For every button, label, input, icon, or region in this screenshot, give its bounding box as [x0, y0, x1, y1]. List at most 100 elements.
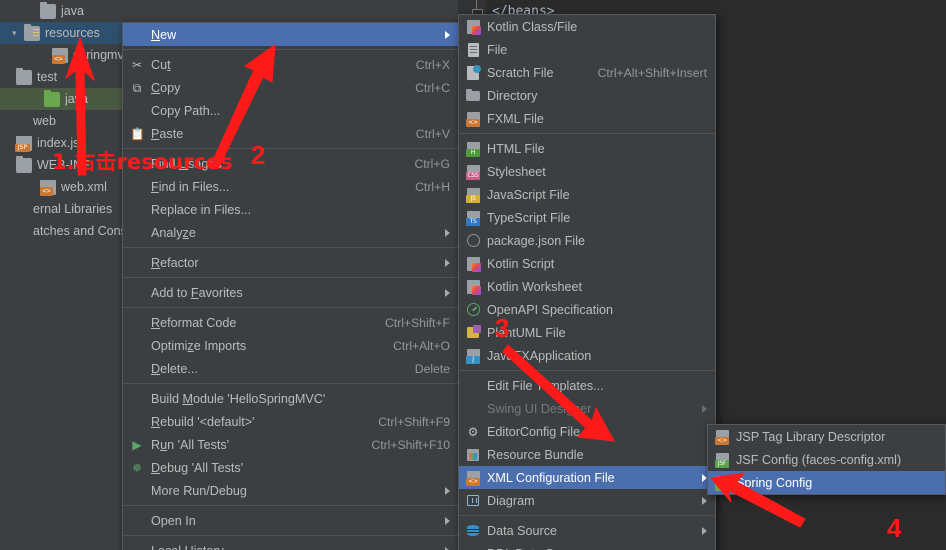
tree-row[interactable]: java [0, 0, 150, 22]
menu-item-label: Copy Path... [151, 103, 221, 118]
menu-item-directory[interactable]: Directory [459, 84, 715, 107]
submenu-arrow-icon [445, 546, 450, 550]
menu-item-copy[interactable]: ⧉ Copy Ctrl+C [123, 76, 458, 99]
menu-item-debug-all-tests[interactable]: ✵ Debug 'All Tests' [123, 456, 458, 479]
menu-item-build-module-hellospringmvc[interactable]: Build Module 'HelloSpringMVC' [123, 387, 458, 410]
menu-item-delete[interactable]: Delete... Delete [123, 357, 458, 380]
submenu-arrow-icon [445, 30, 450, 39]
menu-item-diagram[interactable]: Diagram [459, 489, 715, 512]
menu-item-file[interactable]: File [459, 38, 715, 61]
folder-icon [16, 155, 32, 173]
menu-item-plantuml-file[interactable]: PlantUML File [459, 321, 715, 344]
menu-item-open-in[interactable]: Open In [123, 509, 458, 532]
menu-item-edit-file-templates[interactable]: Edit File Templates... [459, 374, 715, 397]
menu-item-label: Diagram [487, 493, 535, 508]
menu-item-add-to-favorites[interactable]: Add to Favorites [123, 281, 458, 304]
menu-item-run-all-tests[interactable]: ▶ Run 'All Tests' Ctrl+Shift+F10 [123, 433, 458, 456]
menu-separator [123, 277, 458, 278]
menu-item-label: JSF Config (faces-config.xml) [736, 452, 902, 467]
menu-item-no-icon [129, 361, 147, 377]
menu-item-refactor[interactable]: Refactor [123, 251, 458, 274]
menu-item-cut[interactable]: ✂ Cut Ctrl+X [123, 53, 458, 76]
menu-item-shortcut: Ctrl+H [415, 179, 450, 194]
submenu-arrow-icon [702, 526, 707, 535]
xml-file-icon [52, 47, 68, 64]
menu-item-typescript-file[interactable]: TS TypeScript File [459, 206, 715, 229]
menu-item-paste[interactable]: 📋 Paste Ctrl+V [123, 122, 458, 145]
menu-item-no-icon [129, 225, 147, 241]
folder-green-icon [44, 89, 60, 107]
menu-item-label: Stylesheet [487, 164, 546, 179]
menu-separator [123, 307, 458, 308]
menu-item-find-in-files[interactable]: Find in Files... Ctrl+H [123, 175, 458, 198]
tree-row-label: resources [45, 26, 100, 40]
submenu-arrow-icon [702, 496, 707, 505]
data-source-icon [465, 523, 483, 539]
js-file-icon: JS [465, 187, 483, 203]
menu-item-more-run-debug[interactable]: More Run/Debug [123, 479, 458, 502]
menu-separator [123, 383, 458, 384]
menu-item-shortcut: Ctrl+Shift+F9 [378, 414, 450, 429]
menu-item-no-icon [129, 27, 147, 43]
menu-item-label: Paste [151, 126, 184, 141]
xml-file-icon [40, 179, 56, 196]
menu-item-jsp-tag-library-descriptor[interactable]: <> JSP Tag Library Descriptor [708, 425, 945, 448]
plantuml-icon [465, 324, 483, 341]
menu-item-kotlin-class-file[interactable]: Kotlin Class/File [459, 15, 715, 38]
resources-folder-icon [24, 23, 40, 41]
menu-item-package-json-file[interactable]: package.json File [459, 229, 715, 252]
menu-item-label: EditorConfig File [487, 424, 581, 439]
menu-item-kotlin-worksheet[interactable]: Kotlin Worksheet [459, 275, 715, 298]
menu-item-javascript-file[interactable]: JS JavaScript File [459, 183, 715, 206]
menu-item-scratch-file[interactable]: Scratch File Ctrl+Alt+Shift+Insert [459, 61, 715, 84]
paste-icon: 📋 [130, 126, 145, 141]
new-submenu[interactable]: Kotlin Class/File File Scratch File Ctrl+Al… [458, 14, 716, 550]
html-file-icon: H [465, 141, 483, 157]
menu-item-spring-config[interactable]: ☘ Spring Config [708, 471, 945, 494]
menu-item-copy-path[interactable]: Copy Path... [123, 99, 458, 122]
chevron-down-icon[interactable]: ▾ [12, 28, 23, 39]
context-menu[interactable]: New ✂ Cut Ctrl+X ⧉ Copy Ctrl+C Copy Path... 📋 Pas… [122, 22, 459, 550]
menu-item-no-icon [129, 543, 147, 550]
menu-item-fxml-file[interactable]: <> FXML File [459, 107, 715, 130]
menu-item-openapi-specification[interactable]: OpenAPI Specification [459, 298, 715, 321]
menu-item-label: XML Configuration File [487, 470, 615, 485]
menu-item-replace-in-files[interactable]: Replace in Files... [123, 198, 458, 221]
menu-item-reformat-code[interactable]: Reformat Code Ctrl+Shift+F [123, 311, 458, 334]
menu-separator [123, 148, 458, 149]
menu-item-ddl-data-source[interactable]: DDL DDL Data Source [459, 542, 715, 550]
menu-item-javafxapplication[interactable]: J JavaFXApplication [459, 344, 715, 367]
menu-item-optimize-imports[interactable]: Optimize Imports Ctrl+Alt+O [123, 334, 458, 357]
tree-row-label: web.xml [61, 180, 107, 194]
menu-item-label: Debug 'All Tests' [151, 460, 244, 475]
menu-item-editorconfig-file[interactable]: ⚙ EditorConfig File [459, 420, 715, 443]
menu-item-find-usages[interactable]: Find Usages Ctrl+G [123, 152, 458, 175]
menu-item-new[interactable]: New [123, 23, 458, 46]
menu-item-label: JSP Tag Library Descriptor [736, 429, 886, 444]
menu-item-data-source[interactable]: Data Source [459, 519, 715, 542]
kotlin-icon [465, 19, 483, 35]
menu-item-analyze[interactable]: Analyze [123, 221, 458, 244]
menu-item-label: More Run/Debug [151, 483, 247, 498]
menu-item-html-file[interactable]: H HTML File [459, 137, 715, 160]
menu-item-jsf-config-faces-config-xml[interactable]: JSF JSF Config (faces-config.xml) [708, 448, 945, 471]
xml-config-icon: <> [465, 470, 483, 486]
menu-item-local-history[interactable]: Local History [123, 539, 458, 550]
menu-item-kotlin-script[interactable]: Kotlin Script [459, 252, 715, 275]
menu-item-resource-bundle[interactable]: Resource Bundle [459, 443, 715, 466]
openapi-icon [465, 302, 483, 318]
menu-item-label: Open In [151, 513, 196, 528]
menu-item-label: Directory [487, 88, 538, 103]
menu-item-stylesheet[interactable]: CSS Stylesheet [459, 160, 715, 183]
jsp-file-icon [15, 135, 32, 152]
menu-item-label: Data Source [487, 523, 558, 538]
none-icon [12, 202, 28, 217]
menu-item-label: HTML File [487, 141, 545, 156]
menu-item-xml-configuration-file[interactable]: <> XML Configuration File [459, 466, 715, 489]
menu-separator [459, 515, 715, 516]
menu-item-shortcut: Ctrl+Shift+F [384, 315, 450, 330]
kotlin-icon [465, 256, 483, 272]
menu-item-rebuild-default[interactable]: Rebuild '<default>' Ctrl+Shift+F9 [123, 410, 458, 433]
menu-item-label: TypeScript File [487, 210, 571, 225]
xml-configuration-file-submenu[interactable]: <> JSP Tag Library Descriptor JSF JSF Confi… [707, 424, 946, 495]
